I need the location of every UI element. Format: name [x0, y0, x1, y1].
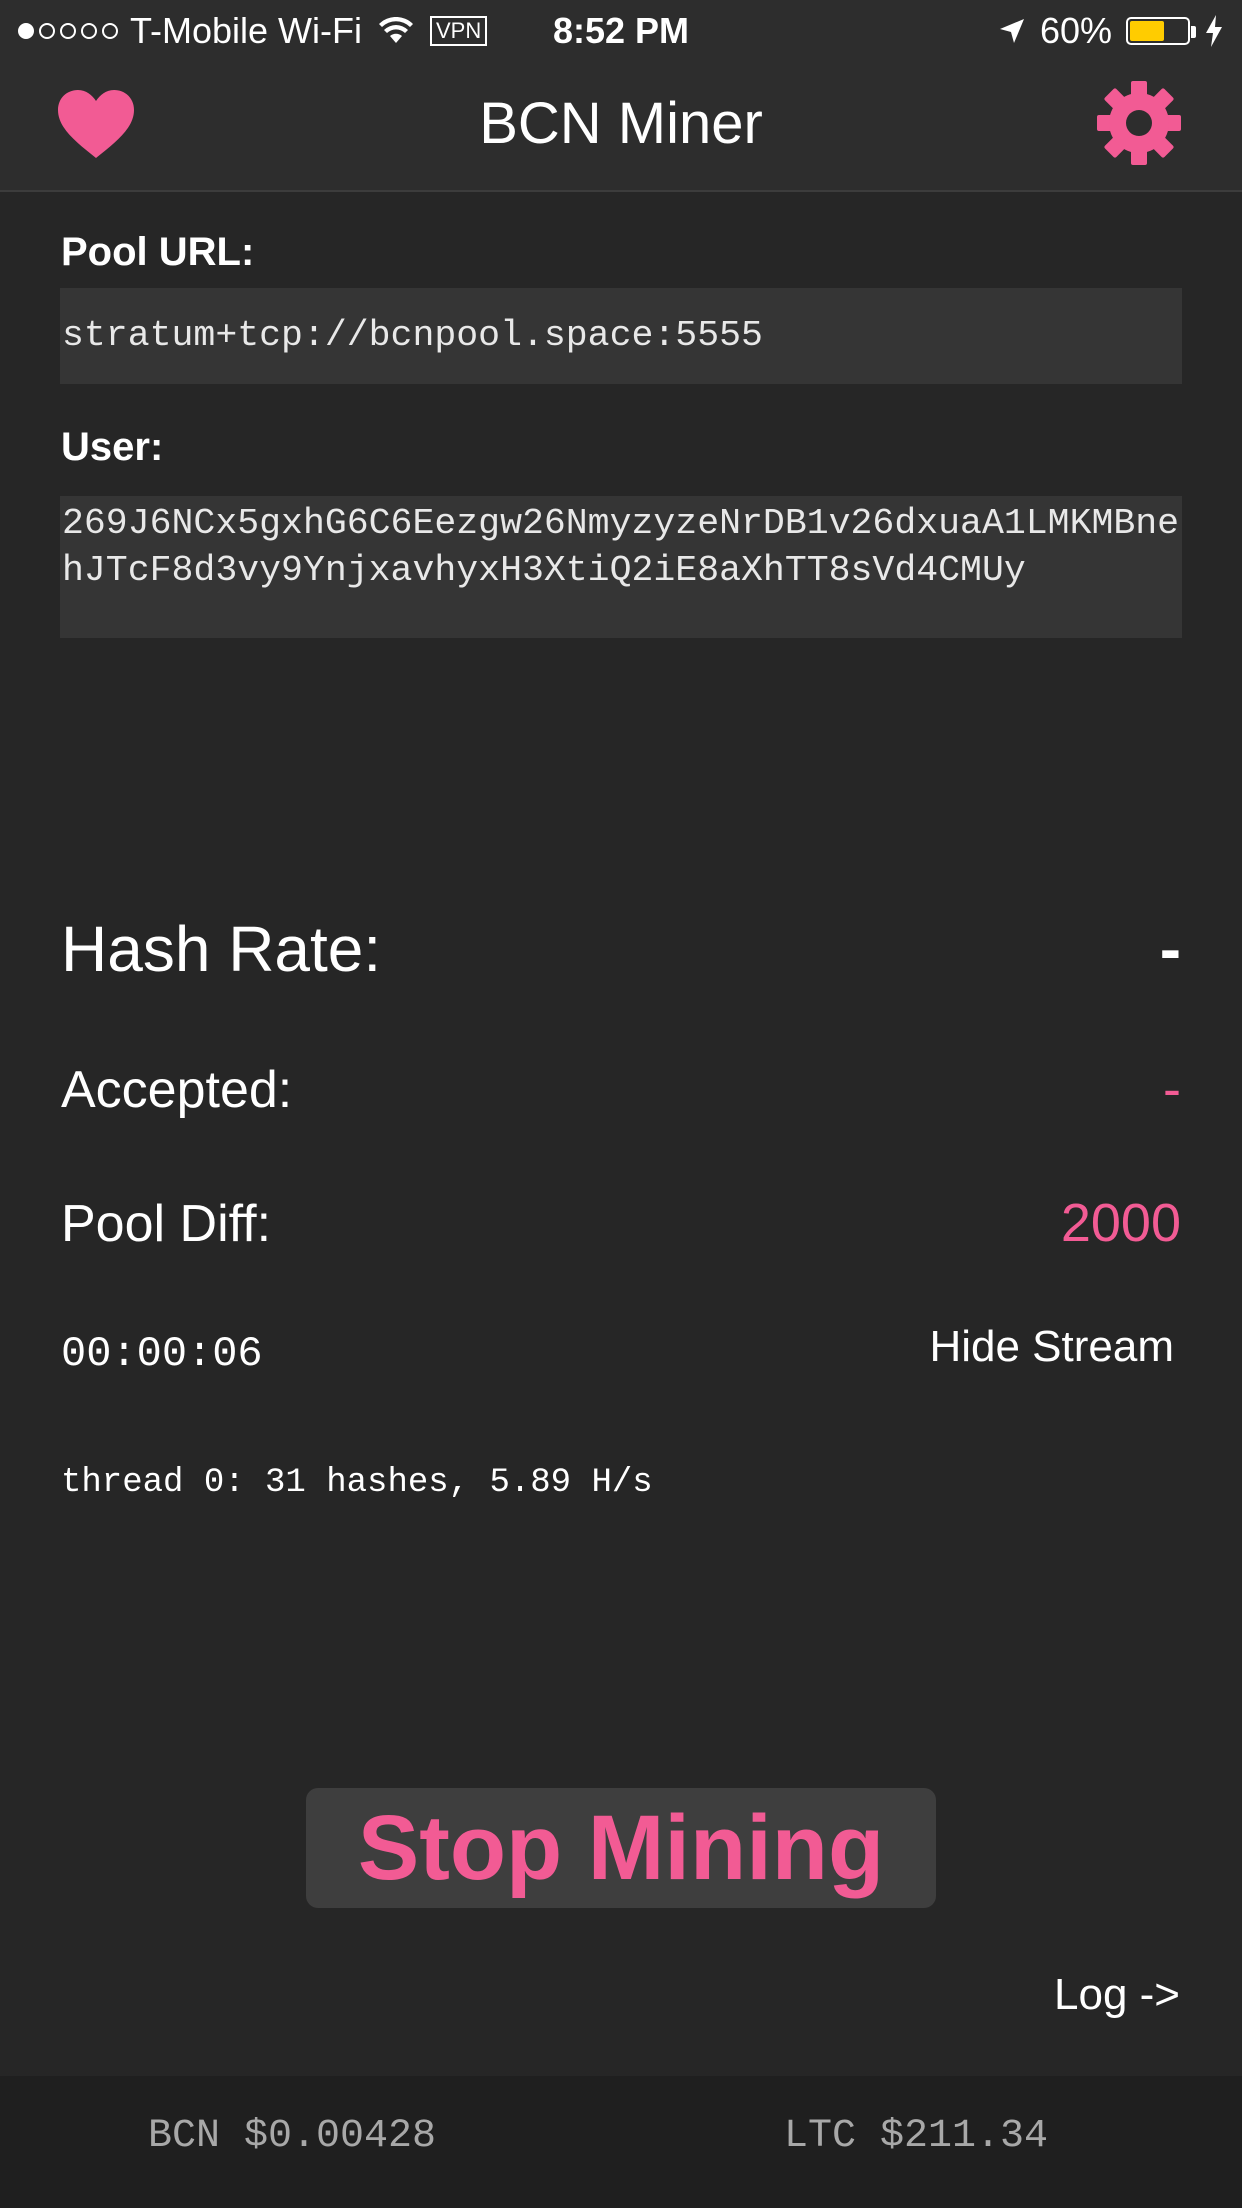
- status-bar: T-Mobile Wi-Fi VPN 8:52 PM 60%: [0, 0, 1242, 62]
- user-field[interactable]: 269J6NCx5gxhG6C6Eezgw26NmyzyzeNrDB1v26dx…: [60, 496, 1182, 638]
- ltc-price: LTC $211.34: [784, 2114, 1049, 2159]
- hash-rate-value: -: [1159, 913, 1181, 985]
- accepted-label: Accepted:: [61, 1061, 293, 1119]
- bcn-price: BCN $0.00428: [148, 2114, 437, 2159]
- hash-rate-label: Hash Rate:: [61, 913, 382, 985]
- stream-line: thread 0: 31 hashes, 5.89 H/s: [61, 1464, 653, 1502]
- accepted-value: -: [1163, 1059, 1181, 1119]
- price-ticker-footer: BCN $0.00428 LTC $211.34: [0, 2076, 1242, 2208]
- hash-rate-row: Hash Rate: -: [61, 912, 1181, 986]
- accepted-row: Accepted: -: [61, 1058, 1181, 1120]
- navigation-bar: BCN Miner: [0, 62, 1242, 192]
- pool-url-label: Pool URL:: [61, 230, 255, 274]
- stop-mining-button[interactable]: Stop Mining: [306, 1788, 936, 1908]
- mining-timer: 00:00:06: [61, 1330, 263, 1378]
- battery-percent: 60%: [1039, 10, 1112, 51]
- page-title: BCN Miner: [479, 91, 763, 156]
- pool-diff-row: Pool Diff: 2000: [61, 1192, 1181, 1254]
- pool-diff-label: Pool Diff:: [61, 1195, 272, 1253]
- battery-icon: [1126, 17, 1196, 45]
- pool-url-field[interactable]: stratum+tcp://bcnpool.space:5555: [60, 288, 1182, 384]
- gear-icon[interactable]: [1096, 80, 1182, 166]
- hide-stream-button[interactable]: Hide Stream: [929, 1322, 1174, 1372]
- charging-bolt-icon: [1206, 15, 1222, 47]
- user-label: User:: [61, 425, 164, 469]
- location-arrow-icon: [999, 19, 1024, 43]
- log-link[interactable]: Log ->: [1054, 1970, 1180, 2020]
- pool-diff-value: 2000: [1060, 1193, 1181, 1253]
- status-right: 60%: [998, 10, 1224, 52]
